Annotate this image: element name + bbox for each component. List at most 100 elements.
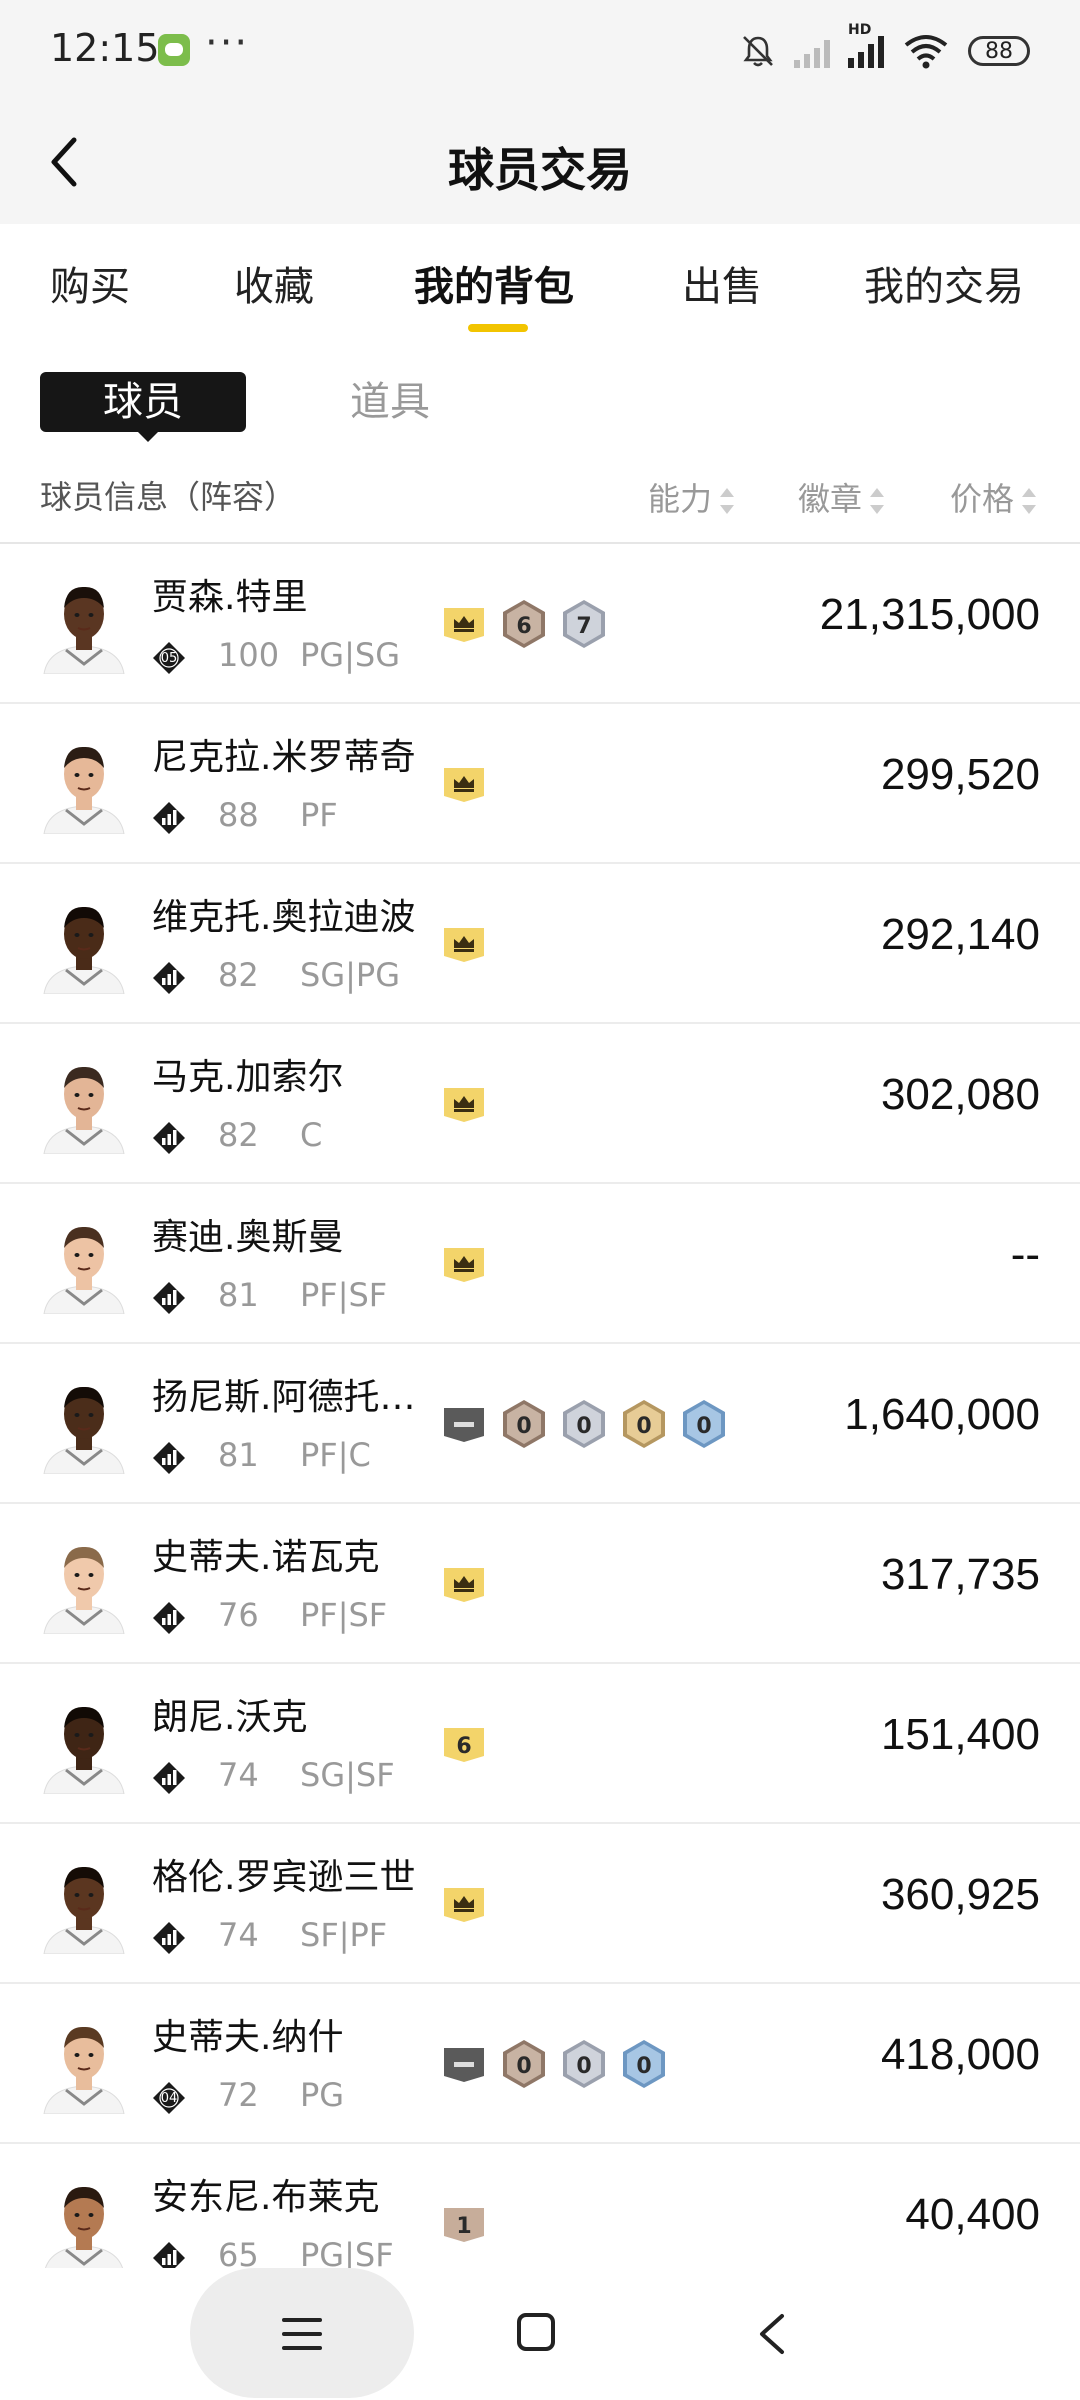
level-diamond-icon xyxy=(152,801,186,835)
player-name: 史蒂夫.纳什 xyxy=(152,2017,344,2058)
menu-icon[interactable] xyxy=(282,2316,322,2352)
back-triangle-icon[interactable] xyxy=(752,2312,792,2356)
player-position: SF|PF xyxy=(300,1916,388,1954)
tab-favorites[interactable]: 收藏 xyxy=(234,254,314,312)
badge-label: 0 xyxy=(516,1413,532,1439)
level-diamond-icon xyxy=(152,961,186,995)
more-notifications-icon: ··· xyxy=(205,20,250,66)
tab-sell[interactable]: 出售 xyxy=(682,254,762,312)
column-badge-label: 徽章 xyxy=(798,480,863,518)
badge-icon: 0 xyxy=(500,2038,548,2094)
player-name: 史蒂夫.诺瓦克 xyxy=(152,1537,380,1578)
player-avatar xyxy=(40,1218,128,1315)
badge-label: 7 xyxy=(576,613,592,639)
player-ability: 81 xyxy=(218,1276,259,1314)
player-price: 302,080 xyxy=(880,1070,1040,1119)
player-badges xyxy=(440,760,488,812)
badge-label: 0 xyxy=(636,2053,652,2079)
player-position: PF|SF xyxy=(300,1596,388,1634)
active-tab-indicator xyxy=(468,324,528,332)
player-row[interactable]: 尼克拉.米罗蒂奇 88 PF 299,520 xyxy=(0,704,1080,864)
player-avatar xyxy=(40,1058,128,1155)
player-row[interactable]: 格伦.罗宾逊三世 74 SF|PF 360,925 xyxy=(0,1824,1080,1984)
segment-players[interactable]: 球员 xyxy=(40,372,246,442)
player-badges xyxy=(440,1080,488,1132)
level-diamond-icon: 05 xyxy=(152,641,186,675)
sort-badge[interactable]: 徽章 xyxy=(798,474,885,520)
system-nav-bar xyxy=(0,2268,1080,2400)
player-row[interactable]: 赛迪.奥斯曼 81 PF|SF -- xyxy=(0,1184,1080,1344)
player-row[interactable]: 扬尼斯.阿德托… 81 PF|C 0 0 0 0 1,640,000 xyxy=(0,1344,1080,1504)
badge-label: 0 xyxy=(576,2053,592,2079)
player-list[interactable]: 贾森.特里 05 100 PG|SG 6 7 21,315,000 尼克拉.米罗蒂奇 88 PF 2… xyxy=(0,544,1080,2268)
crown-badge-icon xyxy=(440,764,488,808)
player-ability: 81 xyxy=(218,1436,259,1474)
player-position: SG|SF xyxy=(300,1756,395,1794)
player-badges xyxy=(440,1560,488,1612)
badge-icon: 7 xyxy=(560,598,608,654)
level-diamond-icon xyxy=(152,2241,186,2268)
badge-label: 0 xyxy=(696,1413,712,1439)
level-diamond-icon xyxy=(152,1121,186,1155)
player-badges xyxy=(440,920,488,972)
player-price: 292,140 xyxy=(880,910,1040,959)
player-row[interactable]: 朗尼.沃克 74 SG|SF 6 151,400 xyxy=(0,1664,1080,1824)
crown-badge-icon xyxy=(440,1884,488,1928)
sort-price[interactable]: 价格 xyxy=(950,474,1037,520)
player-position: PF|C xyxy=(300,1436,371,1474)
player-row[interactable]: 安东尼.布莱克 65 PG|SF 1 40,400 xyxy=(0,2144,1080,2268)
sort-arrows-icon xyxy=(720,488,735,514)
player-avatar xyxy=(40,2178,128,2268)
player-ability: 74 xyxy=(218,1756,259,1794)
tab-my-trades[interactable]: 我的交易 xyxy=(864,254,1024,312)
badge-label: 0 xyxy=(576,1413,592,1439)
player-avatar xyxy=(40,1698,128,1795)
player-ability: 65 xyxy=(218,2236,259,2268)
level-diamond-icon xyxy=(152,1761,186,1795)
badge-icon: 0 xyxy=(560,1398,608,1454)
player-badges: 67 xyxy=(440,600,608,652)
player-position: PG xyxy=(300,2076,345,2114)
signal-hd-icon: HD xyxy=(848,22,884,68)
player-price: 299,520 xyxy=(880,750,1040,799)
player-position: PF|SF xyxy=(300,1276,388,1314)
player-avatar xyxy=(40,2018,128,2115)
player-name: 维克托.奥拉迪波 xyxy=(152,897,416,938)
player-avatar xyxy=(40,578,128,675)
home-square-icon[interactable] xyxy=(516,2312,556,2352)
badge-label: 1 xyxy=(456,2213,472,2239)
player-badges: 0 0 0 xyxy=(440,2040,668,2092)
player-row[interactable]: 马克.加索尔 82 C 302,080 xyxy=(0,1024,1080,1184)
player-price: 360,925 xyxy=(880,1870,1040,1919)
player-price: 21,315,000 xyxy=(819,590,1040,639)
player-badges: 1 xyxy=(440,2200,488,2252)
sort-arrows-icon xyxy=(1022,488,1037,514)
player-position: C xyxy=(300,1116,323,1154)
player-name: 贾森.特里 xyxy=(152,577,308,618)
player-badges: 0 0 0 0 xyxy=(440,1400,728,1452)
segment-items[interactable]: 道具 xyxy=(350,372,430,432)
badge-label: 0 xyxy=(636,1413,652,1439)
sort-ability[interactable]: 能力 xyxy=(648,474,735,520)
tab-my-backpack[interactable]: 我的背包 xyxy=(414,254,574,312)
status-icons: HD 88 xyxy=(740,22,1030,76)
player-ability: 82 xyxy=(218,1116,259,1154)
player-row[interactable]: 史蒂夫.诺瓦克 76 PF|SF 317,735 xyxy=(0,1504,1080,1664)
player-ability: 88 xyxy=(218,796,259,834)
player-name: 扬尼斯.阿德托… xyxy=(152,1377,416,1418)
player-price: -- xyxy=(1010,1230,1040,1279)
player-row[interactable]: 史蒂夫.纳什 04 72 PG 0 0 0 418,000 xyxy=(0,1984,1080,2144)
player-row[interactable]: 维克托.奥拉迪波 82 SG|PG 292,140 xyxy=(0,864,1080,1024)
tab-buy[interactable]: 购买 xyxy=(50,254,130,312)
locked-badge-icon xyxy=(440,1404,488,1448)
badge-label: 6 xyxy=(456,1733,472,1759)
badge-icon: 1 xyxy=(440,2204,488,2248)
badge-icon: 0 xyxy=(620,1398,668,1454)
crown-badge-icon xyxy=(440,924,488,968)
player-price: 317,735 xyxy=(880,1550,1040,1599)
player-row[interactable]: 贾森.特里 05 100 PG|SG 6 7 21,315,000 xyxy=(0,544,1080,704)
wechat-icon xyxy=(158,34,190,66)
tab-bar: 购买 收藏 我的背包 出售 我的交易 xyxy=(0,224,1080,344)
badge-icon: 6 xyxy=(500,598,548,654)
player-ability: 82 xyxy=(218,956,259,994)
